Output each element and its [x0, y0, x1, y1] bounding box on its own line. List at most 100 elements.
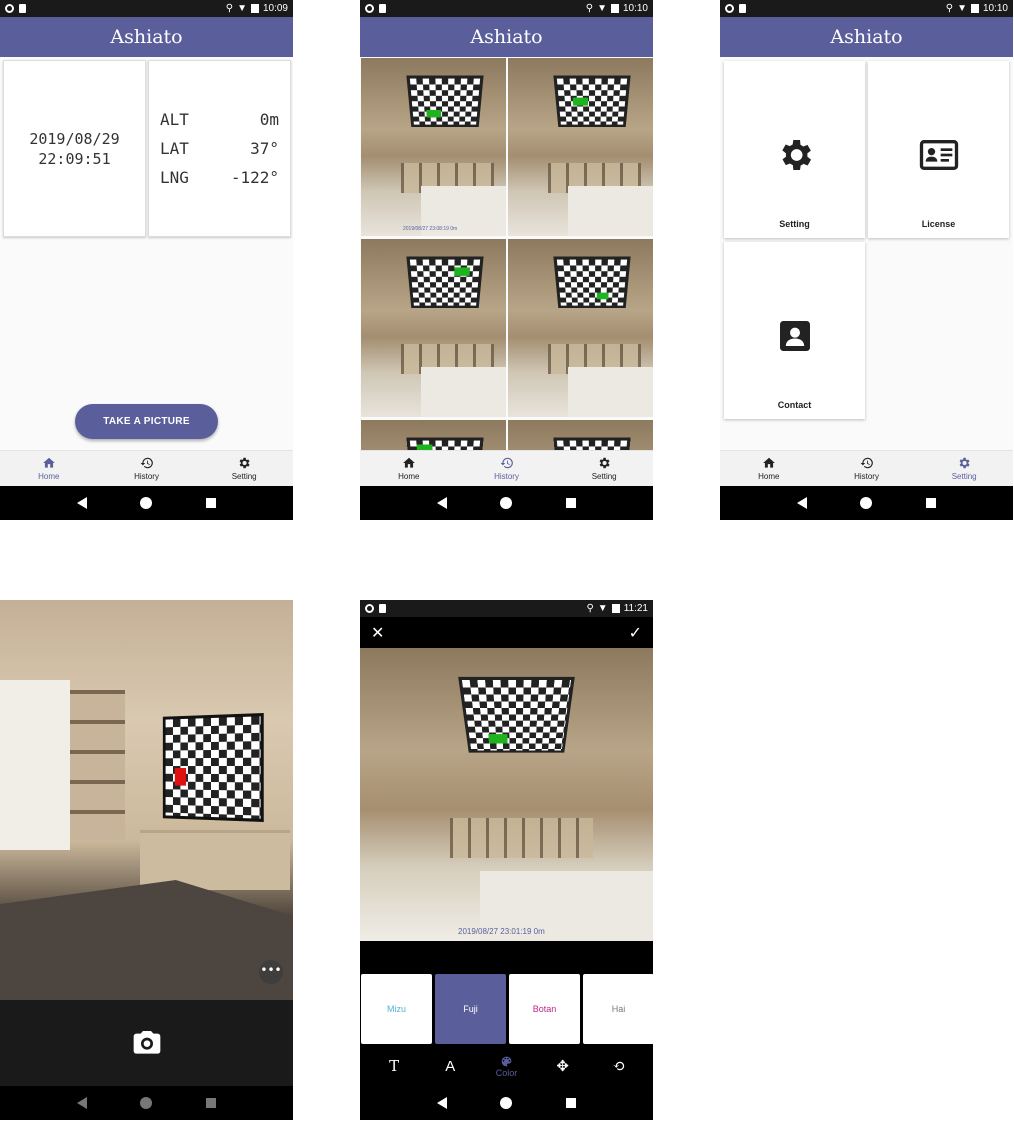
alt-label: ALT	[160, 110, 189, 129]
status-bar: ⚲ ▼ 10:09	[0, 0, 293, 17]
history-thumbnail[interactable]	[361, 420, 506, 452]
camera-preview[interactable]: •••	[0, 600, 293, 1000]
gear-icon	[599, 457, 610, 469]
gear-icon	[959, 457, 970, 469]
camera-shutter-icon[interactable]	[131, 1027, 163, 1059]
home-icon	[762, 457, 775, 468]
app-title: Ashiato	[360, 17, 653, 57]
time-text: 22:09:51	[38, 149, 111, 168]
history-screen: ⚲▼ 10:10 Ashiato 2019/08/27 23:08:19 0m	[360, 0, 653, 520]
editor-screen: ⚲ ▼ 11:21 ✕ ✓ 2019/08/27 23:01:19 0m Mizu …	[360, 600, 653, 1120]
back-icon[interactable]	[796, 497, 807, 509]
system-nav-bar	[0, 1086, 293, 1120]
sd-card-icon	[19, 4, 26, 13]
notification-icon	[365, 604, 374, 613]
back-icon[interactable]	[76, 1097, 87, 1109]
history-thumbnail[interactable]	[508, 239, 653, 417]
take-picture-button[interactable]: TAKE A PICTURE	[75, 404, 218, 439]
nav-setting-label: Setting	[951, 472, 977, 481]
tv-screen	[458, 676, 575, 753]
location-icon: ⚲	[945, 3, 954, 14]
home-circle-icon[interactable]	[500, 497, 513, 509]
recents-icon[interactable]	[926, 498, 937, 508]
location-icon: ⚲	[585, 3, 594, 14]
history-grid: 2019/08/27 23:08:19 0m	[360, 57, 653, 452]
status-time: 11:21	[623, 603, 648, 614]
setting-card[interactable]: Setting	[724, 61, 865, 238]
history-icon	[500, 457, 513, 469]
system-nav-bar	[0, 486, 293, 520]
color-tool-label: Color	[495, 1067, 518, 1078]
alt-value: 0m	[259, 110, 279, 129]
tv-screen	[406, 256, 484, 308]
location-icon: ⚲	[225, 3, 234, 14]
recents-icon[interactable]	[206, 498, 217, 508]
palette-icon	[501, 1056, 512, 1066]
home-circle-icon[interactable]	[500, 1097, 513, 1109]
contact-icon	[779, 320, 810, 351]
color-tool[interactable]: Color	[486, 1055, 526, 1078]
text-tool[interactable]: T	[374, 1057, 414, 1075]
history-thumbnail[interactable]: 2019/08/27 23:08:19 0m	[361, 58, 506, 236]
nav-setting[interactable]: Setting	[555, 451, 653, 486]
sd-card-icon	[739, 4, 746, 13]
contact-card-label: Contact	[777, 400, 812, 410]
nav-home[interactable]: Home	[720, 451, 818, 486]
color-swatches: Mizu Fuji Botan Hai	[360, 974, 653, 1044]
recents-icon[interactable]	[206, 1098, 217, 1108]
home-icon	[402, 457, 415, 468]
home-circle-icon[interactable]	[140, 497, 153, 509]
nav-setting[interactable]: Setting	[915, 451, 1013, 486]
location-card: ALT 0m LAT 37° LNG -122°	[148, 60, 291, 237]
contact-card[interactable]: Contact	[724, 242, 865, 419]
gear-icon	[239, 457, 250, 469]
bottom-nav: Home History Setting	[0, 450, 293, 486]
nav-history[interactable]: History	[458, 451, 556, 486]
history-thumbnail[interactable]	[361, 239, 506, 417]
editor-toolbar: ✕ ✓	[360, 617, 653, 648]
swatch-botan[interactable]: Botan	[509, 974, 580, 1044]
history-thumbnail[interactable]	[508, 58, 653, 236]
id-card-icon	[919, 139, 958, 170]
photo-preview: 2019/08/27 23:01:19 0m	[360, 648, 653, 941]
swatch-fuji[interactable]: Fuji	[435, 974, 506, 1044]
font-tool[interactable]: A	[430, 1058, 470, 1075]
home-circle-icon[interactable]	[140, 1097, 153, 1109]
nav-history[interactable]: History	[98, 451, 196, 486]
back-icon[interactable]	[436, 1097, 447, 1109]
window	[0, 680, 70, 850]
sd-card-icon	[379, 604, 386, 613]
photo-stamp: 2019/08/27 23:01:19 0m	[458, 927, 545, 936]
nav-home-label: Home	[398, 472, 420, 481]
bookshelf	[70, 690, 125, 840]
swatch-mizu[interactable]: Mizu	[361, 974, 432, 1044]
thumbnail-stamp: 2019/08/27 23:08:19 0m	[403, 226, 458, 232]
home-screen: ⚲ ▼ 10:09 Ashiato 2019/08/29 22:09:51 ALT 0…	[0, 0, 293, 520]
notification-icon	[5, 4, 14, 13]
move-tool[interactable]: ✥	[543, 1057, 583, 1075]
setting-card-label: Setting	[779, 219, 810, 229]
status-time: 10:10	[982, 3, 1008, 14]
system-nav-bar	[720, 486, 1013, 520]
bottom-nav: Home History Setting	[720, 450, 1013, 486]
more-options-button[interactable]: •••	[259, 960, 283, 984]
back-icon[interactable]	[436, 497, 447, 509]
green-marker	[488, 734, 508, 744]
nav-home[interactable]: Home	[0, 451, 98, 486]
check-icon[interactable]: ✓	[629, 623, 642, 642]
nav-history[interactable]: History	[818, 451, 916, 486]
nav-setting[interactable]: Setting	[195, 451, 293, 486]
nav-home[interactable]: Home	[360, 451, 458, 486]
lng-value: -122°	[230, 168, 279, 187]
datetime-card: 2019/08/29 22:09:51	[3, 60, 146, 237]
back-icon[interactable]	[76, 497, 87, 509]
rotate-tool[interactable]: ⟲	[599, 1057, 639, 1075]
recents-icon[interactable]	[566, 498, 577, 508]
recents-icon[interactable]	[566, 1098, 577, 1108]
close-icon[interactable]: ✕	[371, 623, 384, 642]
home-circle-icon[interactable]	[860, 497, 873, 509]
rotate-icon: ⟲	[612, 1057, 626, 1075]
swatch-hai[interactable]: Hai	[583, 974, 653, 1044]
license-card[interactable]: License	[868, 61, 1009, 238]
history-thumbnail[interactable]	[508, 420, 653, 452]
